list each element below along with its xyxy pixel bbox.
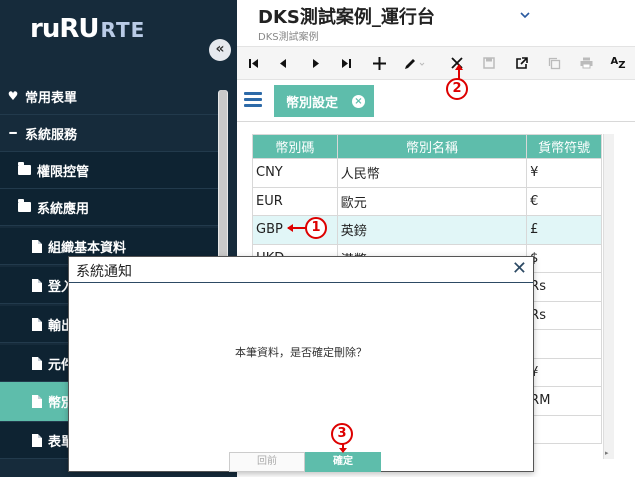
folder-icon [18, 199, 31, 212]
collapse-sidebar-button[interactable]: « [209, 39, 231, 61]
scroll-down-arrow-icon[interactable]: ▸ [605, 449, 609, 457]
confirm-button[interactable]: 確定 [305, 452, 381, 472]
system-notice-dialog: 系統通知 ✕ 本筆資料，是否確定刪除？ 回前 確定 [68, 256, 534, 472]
sidebar-item-label: 組織基本資料 [48, 240, 127, 256]
column-header[interactable]: 幣別名稱 [336, 134, 528, 159]
table-header-row: 幣別碼 幣別名稱 貨幣符號 [252, 134, 602, 159]
tab-currency-settings[interactable]: 幣別設定 × [274, 85, 374, 117]
document-icon [32, 317, 42, 331]
minus-icon: ━ [9, 126, 17, 140]
column-header[interactable]: 貨幣符號 [526, 134, 602, 159]
cell-symbol: € [526, 186, 602, 216]
cell-name: 歐元 [336, 186, 528, 216]
toolbar: AZ [237, 46, 635, 80]
print-icon[interactable] [574, 47, 598, 80]
first-page-icon[interactable] [242, 47, 266, 80]
tab-bar: 幣別設定 × [237, 80, 635, 122]
open-external-icon[interactable] [509, 47, 533, 80]
sidebar-item-label: 系統應用 [37, 201, 90, 217]
cell-symbol: RM [526, 386, 602, 416]
save-icon[interactable] [477, 47, 501, 80]
sidebar-item-system-services[interactable]: ━ 系統服務 [0, 115, 218, 152]
cell-symbol [526, 414, 602, 444]
back-button[interactable]: 回前 [229, 452, 305, 472]
prev-icon[interactable] [271, 47, 295, 80]
cell-name: 英鎊 [336, 215, 528, 245]
table-scrollbar[interactable]: ▸ [603, 134, 614, 459]
copy-icon[interactable] [542, 47, 566, 80]
page-title: DKS測試案例_運行台 [258, 7, 435, 28]
cell-code: EUR [252, 186, 338, 216]
cell-symbol: ¥ [526, 158, 602, 188]
cell-symbol: £ [526, 215, 602, 245]
sort-az-icon[interactable]: AZ [606, 47, 630, 80]
table-row[interactable]: CNY 人民幣 ¥ [252, 158, 602, 188]
logo-sub: RTE [100, 18, 146, 42]
dialog-title: 系統通知 [76, 264, 132, 280]
cell-name: 人民幣 [336, 158, 528, 188]
annotation-arrow-3 [339, 444, 347, 453]
add-icon[interactable] [367, 47, 391, 80]
logo-main: ruRU [30, 14, 99, 44]
tab-label: 幣別設定 [286, 95, 339, 111]
document-icon [32, 356, 42, 370]
logo: ruRU RTE [30, 14, 145, 46]
cell-symbol: ¥ [526, 357, 602, 387]
close-icon[interactable]: ✕ [512, 257, 527, 281]
cell-code: CNY [252, 158, 338, 188]
folder-icon [18, 162, 31, 175]
dialog-header: 系統通知 ✕ [69, 257, 533, 283]
cell-symbol: Rs [526, 300, 602, 330]
app-header: DKS測試案例_運行台 DKS測試案例 [237, 0, 635, 46]
annotation-marker-2: 2 [446, 78, 468, 100]
dialog-message: 本筆資料，是否確定刪除？ [235, 346, 367, 359]
document-icon [32, 278, 42, 292]
document-icon [32, 433, 42, 447]
cell-symbol: $ [526, 243, 602, 273]
sidebar-item-label: 權限控管 [37, 164, 90, 180]
chevron-down-icon[interactable] [520, 8, 530, 22]
annotation-marker-1: 1 [305, 217, 327, 239]
sidebar-item-favorites[interactable]: ♥ 常用表單 [0, 78, 218, 115]
sidebar-item-system-apps[interactable]: 系統應用 [0, 189, 218, 226]
document-icon [32, 239, 42, 253]
last-page-icon[interactable] [334, 47, 358, 80]
edit-icon[interactable] [400, 47, 430, 80]
cell-symbol [526, 329, 602, 359]
close-tab-icon[interactable]: × [352, 95, 365, 108]
cell-symbol: Rs [526, 272, 602, 302]
annotation-marker-3: 3 [331, 423, 353, 445]
sidebar-item-permissions[interactable]: 權限控管 [0, 152, 218, 189]
sidebar-item-label: 常用表單 [25, 90, 78, 106]
page-subtitle: DKS測試案例 [258, 32, 319, 43]
column-header[interactable]: 幣別碼 [252, 134, 338, 159]
document-icon [32, 395, 42, 408]
table-row[interactable]: EUR 歐元 € [252, 186, 602, 216]
hamburger-menu-icon[interactable] [244, 92, 262, 108]
heart-icon: ♥ [7, 89, 19, 103]
next-icon[interactable] [304, 47, 328, 80]
sidebar-item-label: 系統服務 [25, 127, 78, 143]
